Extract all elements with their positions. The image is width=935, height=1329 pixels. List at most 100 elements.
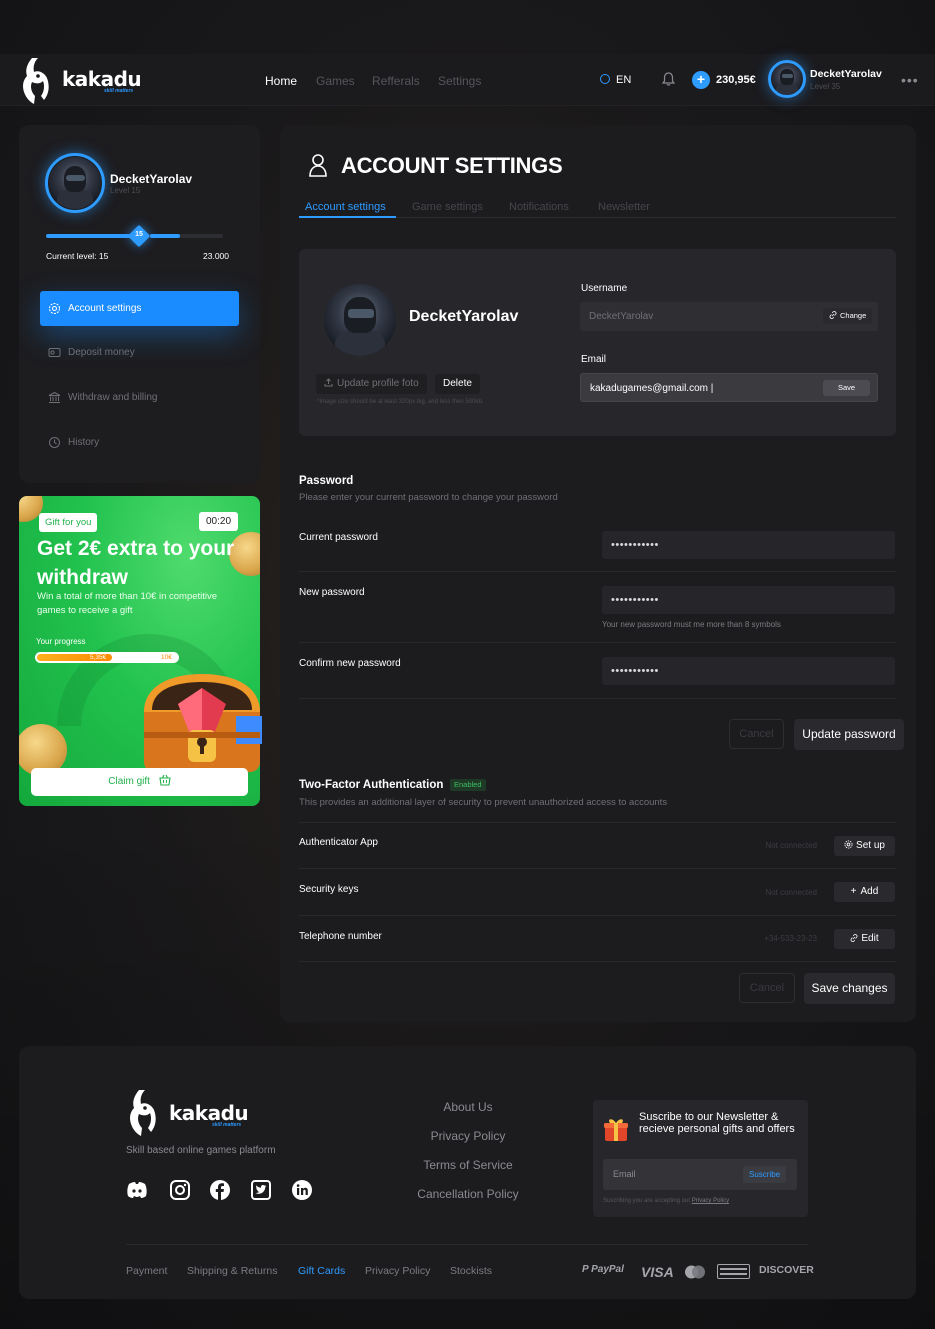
sidebar-item-deposit-money[interactable]: Deposit money	[40, 335, 239, 370]
page-title: ACCOUNT SETTINGS	[341, 153, 563, 178]
kakadu-logo-icon[interactable]	[125, 1088, 157, 1138]
tfa-action-label: Add	[860, 886, 879, 897]
footer-brand-tagline: skill matters	[212, 1122, 242, 1128]
update-photo-button[interactable]: Update profile foto	[316, 374, 427, 394]
setup-authenticator-button[interactable]: Set up	[834, 836, 895, 856]
bottom-link-gift-cards[interactable]: Gift Cards	[298, 1265, 345, 1277]
sidebar-item-history[interactable]: History	[40, 425, 239, 460]
confirm-password-label: Confirm new password	[299, 658, 401, 669]
confirm-password-input[interactable]: •••••••••••	[602, 657, 895, 685]
profile-avatar[interactable]	[324, 284, 396, 356]
sidebar-avatar-ring	[45, 153, 105, 213]
basket-icon	[159, 774, 171, 786]
sidebar-item-label: Deposit money	[68, 347, 135, 358]
nav-settings[interactable]: Settings	[438, 74, 481, 88]
bottom-link-privacy[interactable]: Privacy Policy	[365, 1265, 430, 1277]
history-icon	[49, 437, 60, 448]
bell-icon[interactable]	[662, 72, 675, 86]
tab-game-settings[interactable]: Game settings	[412, 201, 483, 213]
tfa-action-label: Edit	[861, 933, 879, 944]
level-progress-fill	[46, 234, 138, 238]
language-label: EN	[616, 74, 632, 86]
link-icon	[829, 311, 837, 319]
password-section-title: Password	[299, 475, 354, 487]
sidebar-item-withdraw-billing[interactable]: Withdraw and billing	[40, 380, 239, 415]
add-security-key-button[interactable]: + Add	[834, 882, 895, 902]
current-password-input[interactable]: •••••••••••	[602, 531, 895, 559]
gift-badge: Gift for you	[39, 513, 98, 532]
edit-phone-button[interactable]: Edit	[834, 929, 895, 949]
email-label: Email	[581, 354, 607, 365]
gift-timer: 00:20	[199, 512, 239, 531]
save-email-button[interactable]: Save	[823, 380, 870, 396]
tfa-row-label: Telephone number	[299, 931, 382, 942]
bottom-link-shipping[interactable]: Shipping & Returns	[187, 1265, 277, 1277]
discord-icon[interactable]	[126, 1179, 148, 1201]
save-changes-button[interactable]: Save changes	[804, 973, 895, 1004]
row-divider	[299, 822, 896, 823]
current-level-label: Current level: 15	[46, 251, 109, 261]
bottom-link-stockists[interactable]: Stockists	[450, 1265, 492, 1277]
mastercard-icon	[685, 1265, 705, 1279]
instagram-icon[interactable]	[169, 1179, 191, 1201]
paypal-icon: P	[582, 1264, 589, 1275]
new-password-input[interactable]: •••••••••••	[602, 586, 895, 614]
linkedin-icon[interactable]	[291, 1179, 313, 1201]
level-badge-number: 15	[135, 231, 143, 238]
image-size-hint: *Image size should be at least 320px big…	[317, 399, 484, 405]
footer-link-terms[interactable]: Terms of Service	[388, 1158, 548, 1172]
tab-notifications[interactable]: Notifications	[509, 201, 569, 213]
nav-games[interactable]: Games	[316, 74, 355, 88]
sidebar-item-label: Withdraw and billing	[68, 392, 158, 403]
change-username-button[interactable]: Change	[823, 308, 873, 324]
sidebar-item-account-settings[interactable]: Account settings	[40, 291, 239, 326]
cancel-changes-button[interactable]: Cancel	[739, 973, 795, 1003]
more-options-icon[interactable]: •••	[901, 72, 919, 88]
username-value: DecketYarolav	[589, 311, 654, 322]
link-icon	[850, 934, 858, 942]
plus-icon: +	[850, 886, 857, 897]
footer-link-privacy[interactable]: Privacy Policy	[388, 1129, 548, 1143]
row-divider	[299, 698, 896, 699]
profile-name: DecketYarolav	[409, 308, 519, 325]
footer-link-about[interactable]: About Us	[388, 1100, 548, 1114]
subscribe-button[interactable]: Suscribe	[743, 1166, 787, 1183]
gift-title: Get 2€ extra to your withdraw	[37, 537, 235, 589]
tfa-section-subtitle: This provides an additional layer of sec…	[299, 797, 668, 808]
claim-gift-button[interactable]: Claim gift	[31, 768, 248, 796]
twitter-icon[interactable]	[250, 1179, 272, 1201]
cancel-password-button[interactable]: Cancel	[729, 719, 784, 749]
profile-card	[299, 249, 896, 436]
facebook-icon[interactable]	[209, 1179, 231, 1201]
sidebar-user-level: Level 15	[110, 186, 141, 195]
add-funds-button[interactable]: +	[692, 71, 710, 89]
tfa-row-status: Not connected	[765, 841, 817, 850]
tab-account-settings[interactable]: Account settings	[305, 201, 386, 213]
change-label: Change	[840, 311, 867, 320]
gear-icon	[844, 840, 853, 849]
gift-box-icon	[604, 1119, 628, 1141]
gear-icon	[48, 302, 61, 315]
language-selector[interactable]: EN	[600, 74, 631, 86]
row-divider	[299, 915, 896, 916]
gift-description: Win a total of more than 10€ in competit…	[37, 591, 218, 616]
wallet-icon	[48, 348, 61, 357]
header-username[interactable]: DecketYarolav	[810, 68, 882, 80]
footer-link-cancellation[interactable]: Cancellation Policy	[388, 1187, 548, 1201]
visa-logo: VISA	[641, 1264, 674, 1280]
update-password-button[interactable]: Update password	[794, 719, 904, 750]
sidebar-username: DecketYarolav	[110, 172, 193, 186]
delete-photo-button[interactable]: Delete	[435, 374, 480, 394]
nav-refferals[interactable]: Refferals	[372, 74, 420, 88]
person-icon	[309, 154, 327, 177]
bottom-link-payment[interactable]: Payment	[126, 1265, 167, 1277]
treasure-chest-icon	[144, 674, 262, 772]
tab-newsletter[interactable]: Newsletter	[598, 201, 650, 213]
nav-home[interactable]: Home	[265, 74, 297, 88]
newsletter-note-text: Suscribing you are accepting out	[603, 1198, 691, 1204]
max-points-label: 23.000	[203, 251, 229, 261]
newsletter-privacy-link[interactable]: Privacy Policy	[692, 1198, 729, 1204]
new-password-label: New password	[299, 587, 365, 598]
new-password-hint: Your new password must me more than 8 sy…	[602, 620, 781, 629]
globe-icon	[600, 74, 610, 84]
